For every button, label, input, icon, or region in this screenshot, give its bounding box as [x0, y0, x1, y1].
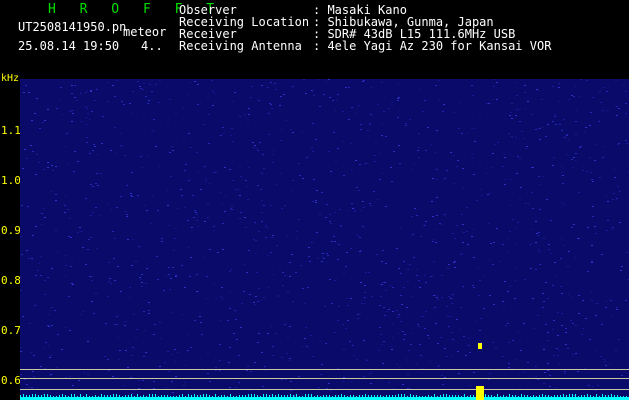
y-axis-unit: kHz — [1, 73, 20, 84]
y-tick-label: 0.6 — [1, 374, 21, 387]
y-tick-label: 0.7 — [1, 324, 21, 337]
spectrogram-noise — [20, 79, 629, 400]
datetime: 25.08.14 19:50 — [18, 39, 120, 53]
spectrum-trace — [20, 386, 629, 400]
file-tag: meteor — [123, 25, 167, 39]
y-tick-label: 1.1 — [1, 124, 21, 137]
baseline-line — [20, 378, 629, 379]
file-name: UT2508141950.pn — [18, 20, 127, 34]
count-label: 4.. — [141, 39, 163, 53]
y-tick-label: 1.0 — [1, 174, 21, 187]
info-row-antenna: Receiving Antenna: 4ele Yagi Az 230 for … — [179, 39, 552, 53]
y-tick-label: 0.8 — [1, 274, 21, 287]
y-tick-label: 0.9 — [1, 224, 21, 237]
baseline-line — [20, 369, 629, 370]
header-panel: H R O F F T UT2508141950.pn meteor 25.08… — [0, 0, 629, 75]
meteor-spike — [476, 386, 484, 400]
spectrogram[interactable] — [20, 79, 629, 400]
station-info: Observer: Masaki Kano Receiving Location… — [179, 4, 551, 52]
meteor-echo — [478, 343, 482, 349]
